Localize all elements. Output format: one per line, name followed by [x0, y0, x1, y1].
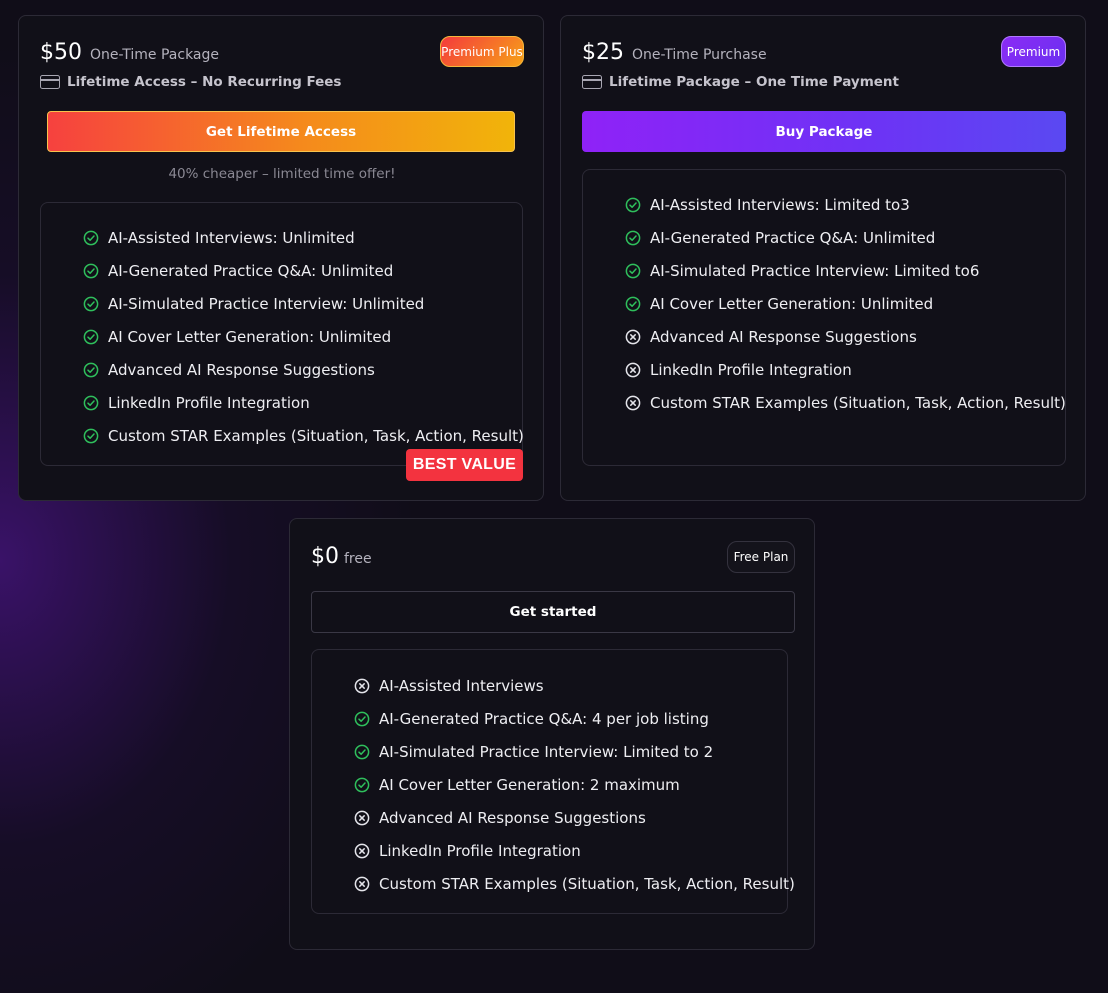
feature-item: AI-Assisted Interviews [354, 669, 795, 702]
feature-item: Custom STAR Examples (Situation, Task, A… [354, 867, 795, 900]
check-circle-icon [625, 296, 641, 311]
billing-subline-text: Lifetime Package – One Time Payment [609, 74, 899, 90]
plan-badge: Premium [1001, 36, 1066, 67]
check-circle-icon [83, 428, 99, 443]
price-note: One-Time Purchase [632, 47, 767, 63]
x-circle-icon [354, 843, 370, 858]
feature-label: AI-Simulated Practice Interview: Unlimit… [108, 294, 425, 313]
check-circle-icon [83, 362, 99, 377]
feature-item: LinkedIn Profile Integration [354, 834, 795, 867]
check-circle-icon [83, 263, 99, 278]
feature-label: AI-Generated Practice Q&A: 4 per job lis… [379, 709, 709, 728]
feature-item: AI Cover Letter Generation: 2 maximum [354, 768, 795, 801]
feature-label: LinkedIn Profile Integration [650, 360, 852, 379]
feature-label: AI-Generated Practice Q&A: Unlimited [650, 228, 936, 247]
feature-label: Advanced AI Response Suggestions [379, 808, 646, 827]
plan-badge: Premium Plus [440, 36, 524, 67]
credit-card-icon [582, 75, 602, 89]
price-row: $0 free [311, 544, 372, 569]
feature-label: LinkedIn Profile Integration [108, 393, 310, 412]
feature-label: AI-Assisted Interviews: Unlimited [108, 228, 355, 247]
feature-label: LinkedIn Profile Integration [379, 841, 581, 860]
feature-label: Advanced AI Response Suggestions [650, 327, 917, 346]
feature-item: AI Cover Letter Generation: Unlimited [83, 320, 524, 353]
feature-label: Custom STAR Examples (Situation, Task, A… [108, 426, 524, 445]
feature-item: LinkedIn Profile Integration [625, 353, 1066, 386]
billing-subline: Lifetime Access – No Recurring Fees [40, 74, 341, 90]
x-circle-icon [625, 329, 641, 344]
get-started-button[interactable]: Get started [311, 591, 795, 633]
best-value-ribbon: BEST VALUE [406, 449, 523, 481]
feature-list: AI-Assisted Interviews AI-Generated Pract… [354, 669, 795, 900]
feature-item: AI-Simulated Practice Interview: Limited… [625, 254, 1066, 287]
feature-label: AI-Simulated Practice Interview: Limited… [650, 261, 980, 280]
feature-item: AI-Assisted Interviews: Limited to3 [625, 188, 1066, 221]
feature-label: Advanced AI Response Suggestions [108, 360, 375, 379]
feature-label: Custom STAR Examples (Situation, Task, A… [650, 393, 1066, 412]
check-circle-icon [354, 711, 370, 726]
feature-label: AI Cover Letter Generation: Unlimited [108, 327, 392, 346]
feature-list-box: AI-Assisted Interviews: Unlimited AI-Gene… [40, 202, 524, 466]
feature-item: AI-Generated Practice Q&A: Unlimited [83, 254, 524, 287]
price-note: free [344, 551, 372, 567]
feature-label: Custom STAR Examples (Situation, Task, A… [379, 874, 795, 893]
feature-item: Custom STAR Examples (Situation, Task, A… [625, 386, 1066, 419]
check-circle-icon [83, 395, 99, 410]
pricing-card-premium: $25 One-Time Purchase Lifetime Package –… [560, 15, 1086, 501]
check-circle-icon [625, 263, 641, 278]
price-note: One-Time Package [90, 47, 220, 63]
pricing-card-free: $0 free Free Plan Get started AI-Assiste… [289, 518, 815, 950]
feature-item: AI-Simulated Practice Interview: Limited… [354, 735, 795, 768]
x-circle-icon [354, 876, 370, 891]
check-circle-icon [354, 777, 370, 792]
feature-item: AI-Assisted Interviews: Unlimited [83, 221, 524, 254]
feature-label: AI-Assisted Interviews [379, 676, 544, 695]
feature-list: AI-Assisted Interviews: Unlimited AI-Gene… [83, 221, 524, 452]
credit-card-icon [40, 75, 60, 89]
feature-label: AI-Simulated Practice Interview: Limited… [379, 742, 714, 761]
feature-item: Custom STAR Examples (Situation, Task, A… [83, 419, 524, 452]
feature-list: AI-Assisted Interviews: Limited to3 AI-Ge… [625, 188, 1066, 419]
check-circle-icon [83, 296, 99, 311]
billing-subline: Lifetime Package – One Time Payment [582, 74, 899, 90]
feature-label: AI-Assisted Interviews: Limited to3 [650, 195, 910, 214]
feature-item: LinkedIn Profile Integration [83, 386, 524, 419]
feature-item: AI-Generated Practice Q&A: 4 per job lis… [354, 702, 795, 735]
feature-label: AI Cover Letter Generation: Unlimited [650, 294, 934, 313]
price: $50 [40, 40, 82, 65]
check-circle-icon [83, 329, 99, 344]
check-circle-icon [625, 197, 641, 212]
feature-item: AI-Simulated Practice Interview: Unlimit… [83, 287, 524, 320]
check-circle-icon [83, 230, 99, 245]
check-circle-icon [625, 230, 641, 245]
feature-list-box: AI-Assisted Interviews: Limited to3 AI-Ge… [582, 169, 1066, 466]
feature-item: AI-Generated Practice Q&A: Unlimited [625, 221, 1066, 254]
price-row: $25 One-Time Purchase [582, 40, 767, 65]
x-circle-icon [354, 678, 370, 693]
pricing-card-premium-plus: $50 One-Time Package Lifetime Access – N… [18, 15, 544, 501]
feature-label: AI Cover Letter Generation: 2 maximum [379, 775, 680, 794]
x-circle-icon [625, 362, 641, 377]
feature-item: Advanced AI Response Suggestions [354, 801, 795, 834]
feature-item: Advanced AI Response Suggestions [83, 353, 524, 386]
price: $0 [311, 544, 339, 569]
price-row: $50 One-Time Package [40, 40, 219, 65]
check-circle-icon [354, 744, 370, 759]
offer-note: 40% cheaper – limited time offer! [168, 166, 396, 182]
feature-item: AI Cover Letter Generation: Unlimited [625, 287, 1066, 320]
billing-subline-text: Lifetime Access – No Recurring Fees [67, 74, 342, 90]
x-circle-icon [625, 395, 641, 410]
x-circle-icon [354, 810, 370, 825]
feature-label: AI-Generated Practice Q&A: Unlimited [108, 261, 394, 280]
buy-package-button[interactable]: Buy Package [582, 111, 1066, 152]
get-lifetime-access-button[interactable]: Get Lifetime Access [47, 111, 515, 152]
plan-badge: Free Plan [727, 541, 795, 573]
price: $25 [582, 40, 624, 65]
feature-item: Advanced AI Response Suggestions [625, 320, 1066, 353]
feature-list-box: AI-Assisted Interviews AI-Generated Pract… [311, 649, 795, 914]
